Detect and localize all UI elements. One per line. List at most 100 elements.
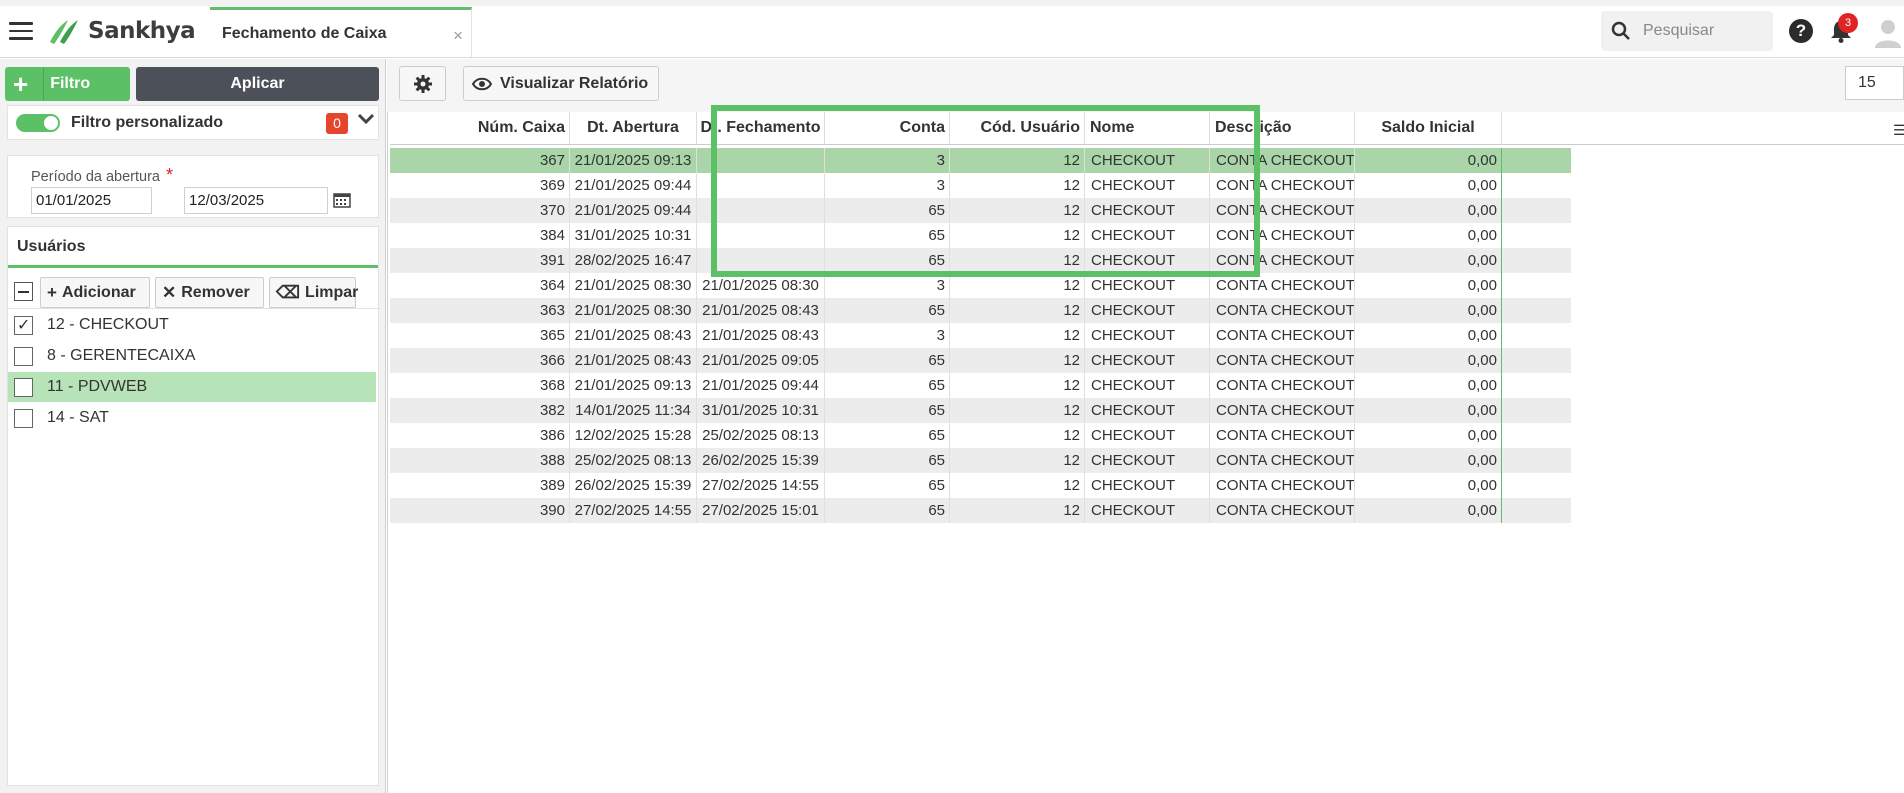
col-dt-abertura-cell: 14/01/2025 11:34 <box>570 398 697 423</box>
table-row[interactable]: 366 21/01/2025 08:43 21/01/2025 09:05 65 12 C… <box>390 348 1571 373</box>
user-avatar-icon[interactable] <box>1872 16 1904 48</box>
search-box[interactable] <box>1601 11 1773 51</box>
select-all-checkbox[interactable] <box>14 282 33 301</box>
col-descricao-cell: CONTA CHECKOUT <box>1210 248 1355 273</box>
col-conta-cell: 65 <box>825 473 950 498</box>
col-descricao-cell: CONTA CHECKOUT <box>1210 348 1355 373</box>
col-cod-usuario-header[interactable]: Cód. Usuário <box>950 112 1085 144</box>
gear-icon <box>414 75 432 93</box>
col-descricao-cell: CONTA CHECKOUT <box>1210 498 1355 523</box>
limpar-button[interactable]: ⌫ Limpar <box>269 277 358 308</box>
user-checkbox[interactable] <box>14 377 33 397</box>
page-size-field[interactable]: 15 <box>1845 66 1904 100</box>
help-icon[interactable]: ? <box>1789 19 1813 43</box>
user-list-item[interactable]: 11 - PDVWEB <box>8 372 376 402</box>
user-checkbox[interactable] <box>14 315 33 335</box>
col-descricao-cell: CONTA CHECKOUT <box>1210 223 1355 248</box>
col-dt-abertura-cell: 12/02/2025 15:28 <box>570 423 697 448</box>
table-row[interactable]: 363 21/01/2025 08:30 21/01/2025 08:43 65 12 C… <box>390 298 1571 323</box>
table-row[interactable]: 391 28/02/2025 16:47 65 12 CHECKOUT CONTA CHE… <box>390 248 1571 273</box>
col-dt-fechamento-cell: 26/02/2025 15:39 <box>697 448 825 473</box>
table-row[interactable]: 382 14/01/2025 11:34 31/01/2025 10:31 65 12 C… <box>390 398 1571 423</box>
table-row[interactable]: 386 12/02/2025 15:28 25/02/2025 08:13 65 12 C… <box>390 423 1571 448</box>
date-end-input[interactable]: 12/03/2025 <box>184 187 328 214</box>
col-num-caixa-cell: 367 <box>390 148 570 173</box>
col-num-caixa-cell: 388 <box>390 448 570 473</box>
user-label: 8 - GERENTECAIXA <box>47 347 196 364</box>
col-num-caixa-cell: 386 <box>390 423 570 448</box>
col-dt-abertura-cell: 25/02/2025 08:13 <box>570 448 697 473</box>
col-dt-fechamento-cell: 21/01/2025 09:05 <box>697 348 825 373</box>
col-saldo-inicial-header[interactable]: Saldo Inicial <box>1355 112 1502 144</box>
col-saldo-inicial-cell: 0,00 <box>1355 348 1502 373</box>
col-nome-header[interactable]: Nome <box>1085 112 1210 144</box>
col-descricao-cell: CONTA CHECKOUT <box>1210 273 1355 298</box>
col-descricao-header[interactable]: Descrição <box>1210 112 1355 144</box>
col-nome-cell: CHECKOUT <box>1085 273 1210 298</box>
col-num-caixa-cell: 382 <box>390 398 570 423</box>
date-start-input[interactable]: 01/01/2025 <box>31 187 152 214</box>
col-dt-fechamento-header[interactable]: Dt. Fechamento <box>697 112 825 144</box>
col-dt-abertura-header[interactable]: Dt. Abertura <box>570 112 697 144</box>
user-list-item[interactable]: 14 - SAT <box>8 403 376 433</box>
col-nome-cell: CHECKOUT <box>1085 248 1210 273</box>
user-list-item[interactable]: 12 - CHECKOUT <box>8 310 376 340</box>
col-saldo-inicial-cell: 0,00 <box>1355 223 1502 248</box>
calendar-icon[interactable] <box>333 192 351 208</box>
col-dt-abertura-cell: 21/01/2025 09:13 <box>570 148 697 173</box>
grid-columns-menu-icon[interactable]: ☰ <box>1893 122 1904 139</box>
app-logo[interactable]: Sankhya <box>46 16 196 46</box>
settings-button[interactable] <box>399 66 446 101</box>
col-dt-fechamento-cell <box>697 223 825 248</box>
usuarios-title: Usuários <box>8 227 378 268</box>
col-num-caixa-cell: 370 <box>390 198 570 223</box>
col-dt-fechamento-cell <box>697 248 825 273</box>
col-dt-abertura-cell: 21/01/2025 09:44 <box>570 198 697 223</box>
col-dt-fechamento-cell: 27/02/2025 14:55 <box>697 473 825 498</box>
eye-icon <box>472 77 492 90</box>
table-row[interactable]: 388 25/02/2025 08:13 26/02/2025 15:39 65 12 C… <box>390 448 1571 473</box>
col-num-caixa-header[interactable]: Núm. Caixa <box>390 112 570 144</box>
user-label: 14 - SAT <box>47 409 109 426</box>
sankhya-logo-icon <box>50 20 78 44</box>
menu-icon[interactable] <box>9 22 33 40</box>
col-conta-header[interactable]: Conta <box>825 112 950 144</box>
col-dt-fechamento-cell <box>697 198 825 223</box>
user-label: 11 - PDVWEB <box>47 378 148 395</box>
col-conta-cell: 65 <box>825 448 950 473</box>
close-icon[interactable]: × <box>453 26 463 46</box>
col-saldo-inicial-cell: 0,00 <box>1355 423 1502 448</box>
table-row[interactable]: 364 21/01/2025 08:30 21/01/2025 08:30 3 12 CH… <box>390 273 1571 298</box>
visualizar-relatorio-button[interactable]: Visualizar Relatório <box>463 66 659 101</box>
col-dt-fechamento-cell: 27/02/2025 15:01 <box>697 498 825 523</box>
chevron-down-icon[interactable] <box>357 112 375 126</box>
col-descricao-cell: CONTA CHECKOUT <box>1210 323 1355 348</box>
col-saldo-inicial-cell: 0,00 <box>1355 173 1502 198</box>
user-checkbox[interactable] <box>14 346 33 366</box>
user-list-item[interactable]: 8 - GERENTECAIXA <box>8 341 376 371</box>
table-row[interactable]: 367 21/01/2025 09:13 3 12 CHECKOUT CONTA CHEC… <box>390 148 1571 173</box>
col-cod-usuario-cell: 12 <box>950 398 1085 423</box>
table-row[interactable]: 369 21/01/2025 09:44 3 12 CHECKOUT CONTA CHEC… <box>390 173 1571 198</box>
table-row[interactable]: 389 26/02/2025 15:39 27/02/2025 14:55 65 12 C… <box>390 473 1571 498</box>
table-row[interactable]: 390 27/02/2025 14:55 27/02/2025 15:01 65 12 C… <box>390 498 1571 523</box>
tab-fechamento-de-caixa[interactable]: Fechamento de Caixa × <box>210 7 472 57</box>
aplicar-button[interactable]: Aplicar <box>136 67 379 101</box>
col-dt-abertura-cell: 21/01/2025 08:30 <box>570 273 697 298</box>
remover-button[interactable]: ✕ Remover <box>155 277 264 308</box>
filtro-personalizado-toggle[interactable] <box>16 113 60 132</box>
user-checkbox[interactable] <box>14 408 33 428</box>
col-cod-usuario-cell: 12 <box>950 273 1085 298</box>
search-input[interactable] <box>1643 22 1763 40</box>
table-row[interactable]: 384 31/01/2025 10:31 65 12 CHECKOUT CONTA CHE… <box>390 223 1571 248</box>
filter-sidebar: + Filtro Aplicar Filtro personalizado 0 … <box>0 59 386 793</box>
col-conta-cell: 3 <box>825 323 950 348</box>
table-row[interactable]: 365 21/01/2025 08:43 21/01/2025 08:43 3 12 CH… <box>390 323 1571 348</box>
plus-icon: + <box>13 69 29 99</box>
table-row[interactable]: 368 21/01/2025 09:13 21/01/2025 09:44 65 12 C… <box>390 373 1571 398</box>
table-row[interactable]: 370 21/01/2025 09:44 65 12 CHECKOUT CONTA CHE… <box>390 198 1571 223</box>
filtro-button[interactable]: + Filtro <box>5 67 130 101</box>
col-cod-usuario-cell: 12 <box>950 148 1085 173</box>
col-num-caixa-cell: 364 <box>390 273 570 298</box>
adicionar-button[interactable]: + Adicionar <box>40 277 150 308</box>
